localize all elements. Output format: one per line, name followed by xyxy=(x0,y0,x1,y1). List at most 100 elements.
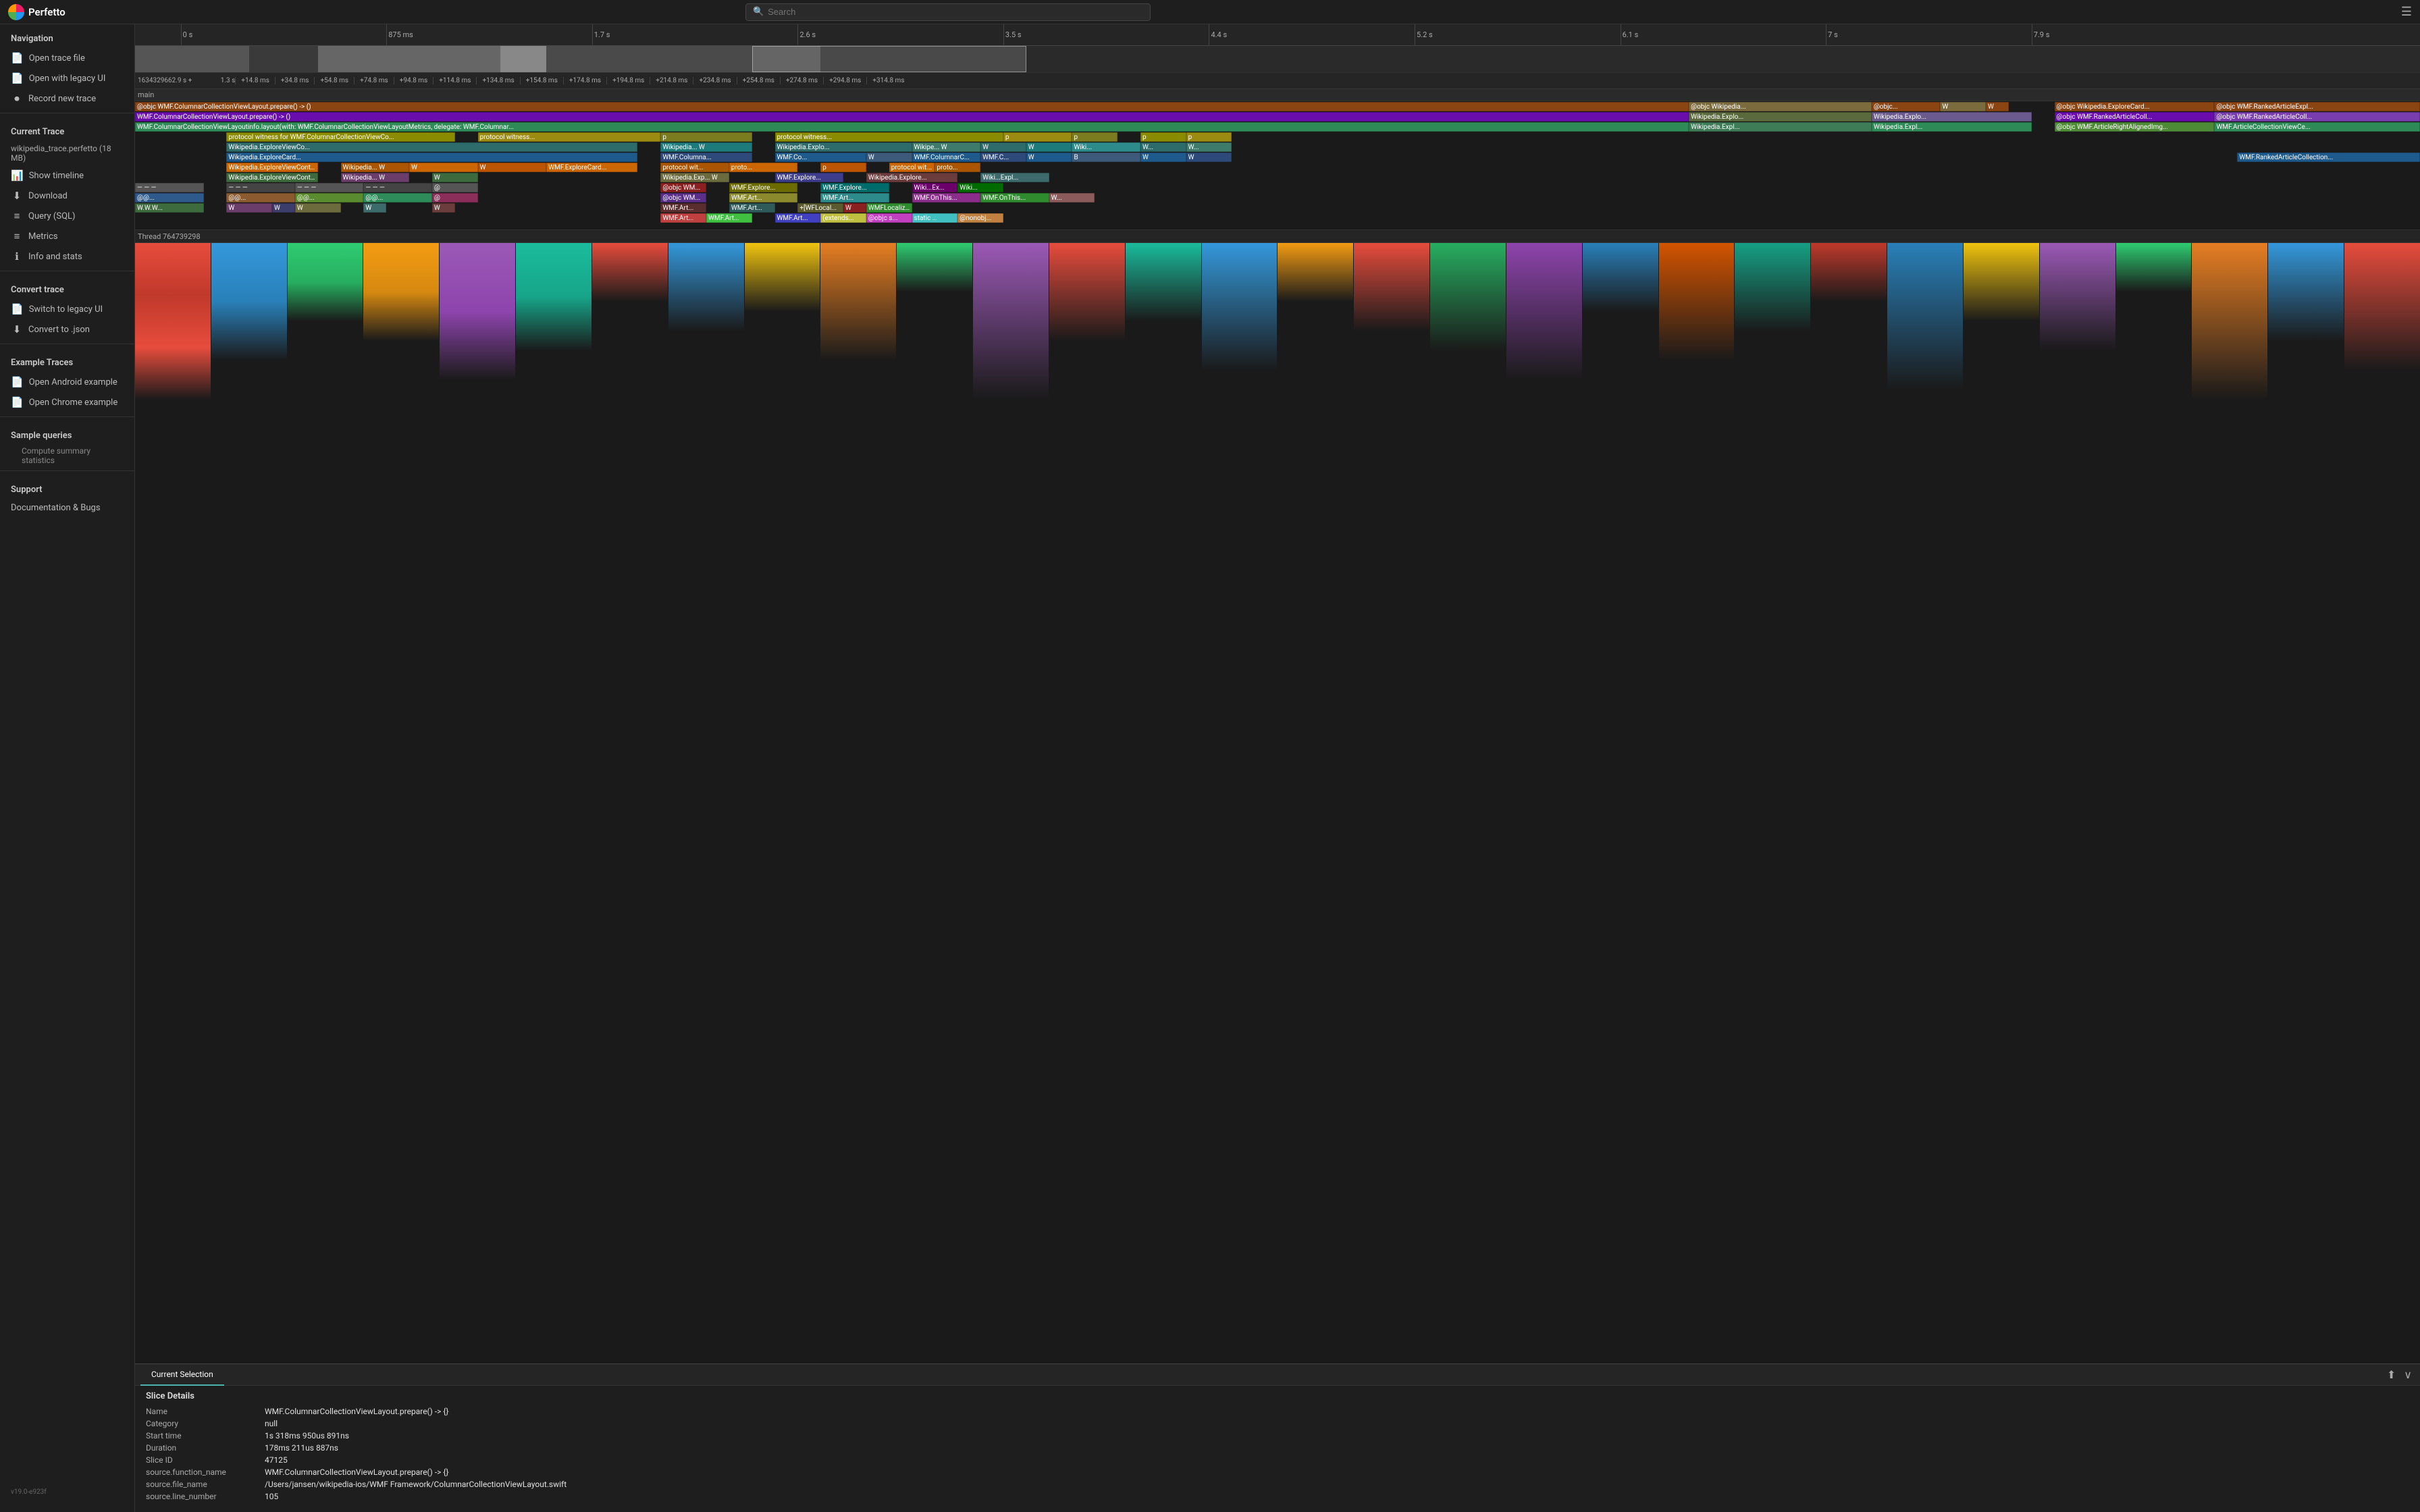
expand-icon-button[interactable]: ∨ xyxy=(2401,1366,2415,1384)
flame-block-wikix2[interactable]: Wiki... xyxy=(957,183,1003,192)
flame-block-extends[interactable]: (extends... xyxy=(820,213,866,223)
flame-block-wiki2[interactable]: W... xyxy=(1140,142,1186,152)
flame-block-atat1[interactable]: @@... xyxy=(135,193,204,202)
flame-block-dash3[interactable]: — — — xyxy=(295,183,364,192)
flame-block-ww1[interactable]: W.W.W... xyxy=(135,203,204,213)
flame-block-wikipedia-w1[interactable]: Wikipedia... W xyxy=(660,142,752,152)
flame-block-w4[interactable]: W xyxy=(1026,142,1072,152)
flame-block-wmfarticlecollect1[interactable]: @objc WMF.ArticleRightAlignedImg... xyxy=(2055,122,2215,132)
flame-block-wmf-c1[interactable]: WMF.C... xyxy=(980,153,1026,162)
flame-block-wikipedia-w2[interactable]: Wikipe... W xyxy=(912,142,981,152)
flame-block-wikipedia-explore2[interactable]: Wikipedia.Explo... xyxy=(775,142,912,152)
sidebar-item-download[interactable]: ⬇ Download xyxy=(0,186,134,206)
flame-block-wiki-expl1[interactable]: Wiki...Expl... xyxy=(980,173,1049,182)
flame-rows-container[interactable]: @objc WMF.ColumnarCollectionViewLayout.p… xyxy=(135,101,2420,439)
flame-block-objcs1[interactable]: @objc s... xyxy=(866,213,912,223)
flame-block-wmf-rankedarticle1[interactable]: @objc WMF.RankedArticleColl... xyxy=(2055,112,2215,122)
flame-block-atat2[interactable]: @@... xyxy=(226,193,295,202)
flame-block-wmfart6[interactable]: WMF.Art... xyxy=(706,213,752,223)
flame-block-wmf-columnar1[interactable]: WMF.Columna... xyxy=(660,153,752,162)
flame-block-wm-layoutinfo[interactable]: WMF.ColumnarCollectionViewLayoutinfo.lay… xyxy=(135,122,1689,132)
flame-block-wikipedia-w9[interactable]: Wikipedia... W xyxy=(341,173,410,182)
detailed-timeline[interactable]: main @objc WMF.ColumnarCollectionViewLay… xyxy=(135,89,2420,1364)
flame-block-w13[interactable]: W xyxy=(295,203,341,213)
flame-block-p3[interactable]: p xyxy=(1072,132,1117,142)
flame-block-w5[interactable]: W xyxy=(1140,153,1186,162)
flame-block-wmfart5[interactable]: WMF.Art... xyxy=(660,213,706,223)
flame-block-objc-wikipedia2[interactable]: @objc... xyxy=(1872,102,1941,111)
flame-block-objc-wikipedia1[interactable]: @objc Wikipedia... xyxy=(1689,102,1872,111)
flame-block-nonobjc[interactable]: @nonobj... xyxy=(957,213,1003,223)
flame-block-wik-expl1[interactable]: Wikipedia.Expl... xyxy=(1689,122,1872,132)
flame-block-wmf-columnarc[interactable]: WMF.ColumnarC... xyxy=(912,153,981,162)
flame-block-at2[interactable]: @ xyxy=(432,193,478,202)
search-bar[interactable]: 🔍 xyxy=(745,3,1151,21)
sidebar-item-info-stats[interactable]: ℹ Info and stats xyxy=(0,246,134,267)
flame-block-static1[interactable]: static ... xyxy=(912,213,958,223)
sidebar-item-record-trace[interactable]: ⏺ Record new trace xyxy=(0,88,134,109)
flame-block-wmfonthis[interactable]: WMF.OnThis... xyxy=(912,193,981,202)
flame-block-atat4[interactable]: @@... xyxy=(363,193,432,202)
flame-block-w11[interactable]: W xyxy=(226,203,272,213)
pin-icon-button[interactable]: ⬆ xyxy=(2384,1366,2398,1384)
sidebar-item-metrics[interactable]: ≡ Metrics xyxy=(0,226,134,246)
flame-block-wmflocal2[interactable]: WMFLocaliz... xyxy=(866,203,912,213)
flame-block-wikex1[interactable]: Wiki...Ex... xyxy=(912,183,958,192)
flame-block-proto1[interactable]: proto... xyxy=(729,163,798,172)
flame-block-objc-wikipedia4[interactable]: @objc WMF.RankedArticleExpl... xyxy=(2214,102,2420,111)
flame-block-protocol3[interactable]: protocol witness... xyxy=(775,132,1003,142)
timeline-area[interactable]: 0 s 875 ms 1.7 s 2.6 s 3.5 s 4.4 s 5.2 s… xyxy=(135,24,2420,1364)
mini-overview[interactable] xyxy=(135,46,2420,73)
flame-block-p6[interactable]: p xyxy=(820,163,866,172)
flame-block-w12[interactable]: W xyxy=(272,203,295,213)
flame-block-proto2[interactable]: proto... xyxy=(935,163,980,172)
flame-block-wmf-w1[interactable]: W xyxy=(866,153,912,162)
flame-block-w9[interactable]: W xyxy=(432,173,478,182)
flame-block-dash4[interactable]: — — — xyxy=(363,183,432,192)
flame-block-objc-prepare[interactable]: @objc WMF.ColumnarCollectionViewLayout.p… xyxy=(135,102,1689,111)
flame-block-wiki3[interactable]: W... xyxy=(1186,142,1232,152)
sidebar-item-open-legacy-ui[interactable]: 📄 Open with legacy UI xyxy=(0,68,134,88)
flame-block-wm-prepare[interactable]: WMF.ColumnarCollectionViewLayout.prepare… xyxy=(135,112,1689,122)
flame-block-wikipedia-expw[interactable]: Wikipedia.Exp... W xyxy=(660,173,729,182)
flame-block-w6[interactable]: W xyxy=(1186,153,1232,162)
flame-block-dash2[interactable]: — — — xyxy=(226,183,295,192)
flame-block-w15[interactable]: W xyxy=(432,203,455,213)
flame-block-p4[interactable]: p xyxy=(1140,132,1186,142)
search-input[interactable] xyxy=(768,7,1143,17)
flame-block-wmf-rankedarticle3[interactable]: WMF.RankedArticleCollection... xyxy=(2237,153,2420,162)
flame-block-at1[interactable]: @ xyxy=(432,183,478,192)
sidebar-item-query-sql[interactable]: ≡ Query (SQL) xyxy=(0,206,134,226)
flame-block-objc-w1[interactable]: W xyxy=(1940,102,1986,111)
sidebar-item-open-trace-file[interactable]: 📄 Open trace file xyxy=(0,48,134,68)
flame-block-w16[interactable]: W xyxy=(843,203,866,213)
flame-block-w14[interactable]: W xyxy=(363,203,386,213)
flame-block-wikipedia-explore3[interactable]: Wikipedia.Explore... xyxy=(866,173,957,182)
flame-block-wmfart7[interactable]: WMF.Art... xyxy=(775,213,821,223)
tab-current-selection[interactable]: Current Selection xyxy=(140,1364,224,1386)
flame-block-wmfart2[interactable]: WMF.Art... xyxy=(820,193,889,202)
flame-block-wikipedia-w7[interactable]: Wikipedia... W xyxy=(341,163,410,172)
flame-block-atat3[interactable]: @@... xyxy=(295,193,364,202)
flame-block-wik-explor2[interactable]: Wikipedia.Explo... xyxy=(1872,112,2032,122)
sidebar-item-android-example[interactable]: 📄 Open Android example xyxy=(0,372,134,392)
flame-block-wmfonthis2[interactable]: WMF.OnThis... xyxy=(980,193,1049,202)
sidebar-item-show-timeline[interactable]: 📊 Show timeline xyxy=(0,165,134,186)
flame-block-wmfart3[interactable]: WMF.Art... xyxy=(660,203,706,213)
flame-block-wmfexplore[interactable]: WMF.ExploreCard... xyxy=(546,163,637,172)
flame-block-wmfexp3[interactable]: WMF.Explore... xyxy=(820,183,889,192)
flame-block-dash1[interactable]: — — — xyxy=(135,183,204,192)
viewport-indicator[interactable] xyxy=(752,46,1026,72)
sidebar-item-support[interactable]: Documentation & Bugs xyxy=(0,499,134,517)
flame-block-wmf-co1[interactable]: WMF.Co... xyxy=(775,153,866,162)
flame-block-p5[interactable]: p xyxy=(1186,132,1232,142)
flame-block-protocol2[interactable]: protocol witness... xyxy=(478,132,661,142)
flame-block-p2[interactable]: p xyxy=(1003,132,1072,142)
flame-block-wmf-b1[interactable]: B xyxy=(1072,153,1140,162)
flame-block-p1[interactable]: p xyxy=(660,132,752,142)
flame-block-objc-wm2[interactable]: @objc WM... xyxy=(660,193,706,202)
flame-block-protocol-wit2[interactable]: protocol wit... xyxy=(889,163,935,172)
flame-block-wmfart1[interactable]: WMF.Art... xyxy=(729,193,798,202)
flame-block-protocol-wit[interactable]: protocol wit... xyxy=(660,163,729,172)
flame-block-wik-explor1[interactable]: Wikipedia.Explo... xyxy=(1689,112,1872,122)
